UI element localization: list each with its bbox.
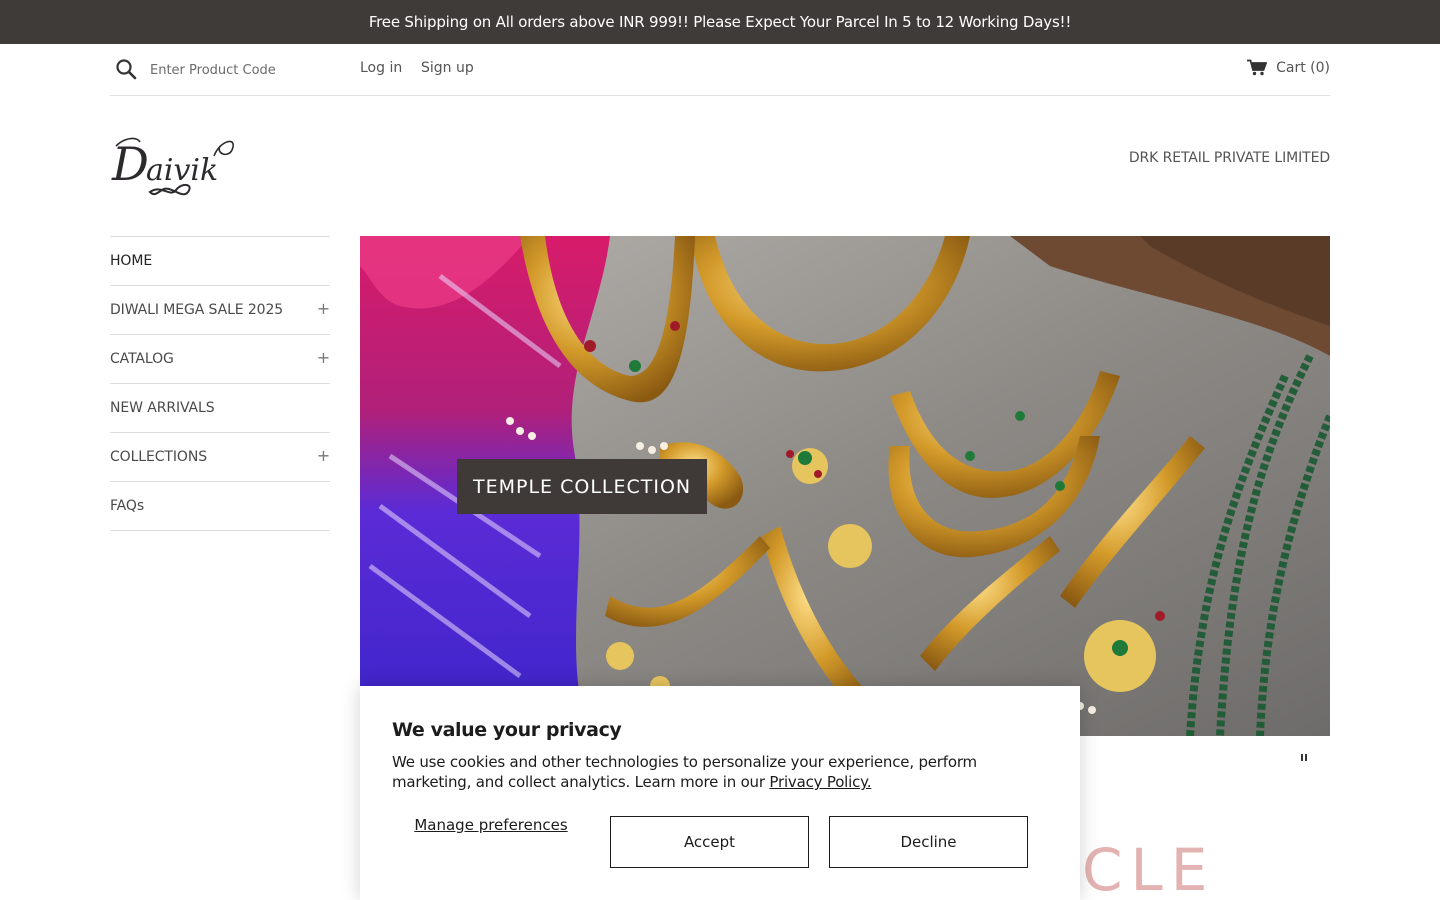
manage-preferences-link[interactable]: Manage preferences [392, 816, 590, 834]
sidebar-item-label: DIWALI MEGA SALE 2025 [110, 302, 284, 318]
plus-icon[interactable]: + [317, 446, 330, 465]
privacy-policy-link[interactable]: Privacy Policy. [769, 773, 871, 791]
sidebar-item-label: COLLECTIONS [110, 449, 207, 465]
sidebar-item-catalog[interactable]: CATALOG + [110, 335, 330, 384]
cart-label: Cart (0) [1276, 59, 1330, 76]
sidebar-nav: HOME DIWALI MEGA SALE 2025 + CATALOG + N… [110, 236, 330, 531]
signup-link[interactable]: Sign up [421, 60, 474, 76]
privacy-text: We use cookies and other technologies to… [392, 752, 1032, 792]
announcement-text: Free Shipping on All orders above INR 99… [368, 13, 1072, 31]
accept-button[interactable]: Accept [610, 816, 809, 868]
svg-text:aivik: aivik [146, 153, 218, 188]
plus-icon[interactable]: + [317, 299, 330, 318]
sidebar-item-diwali-sale[interactable]: DIWALI MEGA SALE 2025 + [110, 286, 330, 335]
pause-bar [1301, 754, 1303, 761]
sidebar-item-label: NEW ARRIVALS [110, 400, 215, 416]
search-icon[interactable] [115, 58, 137, 80]
decline-button[interactable]: Decline [829, 816, 1028, 868]
sidebar-item-label: CATALOG [110, 351, 174, 367]
featured-heading-partial: CLE [1082, 836, 1216, 900]
top-bar: Log in Sign up Cart (0) [110, 44, 1330, 96]
hero-caption-text: TEMPLE COLLECTION [473, 475, 692, 498]
hero-caption[interactable]: TEMPLE COLLECTION [457, 459, 708, 514]
privacy-title: We value your privacy [392, 719, 622, 741]
daivik-logo[interactable]: D aivik [110, 128, 240, 204]
cart-link[interactable]: Cart (0) [1247, 59, 1330, 76]
pause-icon[interactable] [1298, 752, 1310, 764]
sidebar-item-home[interactable]: HOME [110, 237, 330, 286]
plus-icon[interactable]: + [317, 348, 330, 367]
search-input[interactable] [150, 58, 340, 82]
cart-icon [1247, 59, 1268, 76]
sidebar-item-label: FAQs [110, 498, 145, 514]
sidebar-item-label: HOME [110, 253, 153, 269]
announcement-bar: Free Shipping on All orders above INR 99… [0, 0, 1440, 44]
pause-bar [1305, 754, 1307, 761]
sidebar-item-collections[interactable]: COLLECTIONS + [110, 433, 330, 482]
hero-slideshow[interactable]: TEMPLE COLLECTION [360, 236, 1330, 736]
sidebar-item-faqs[interactable]: FAQs [110, 482, 330, 531]
privacy-body: We use cookies and other technologies to… [392, 753, 977, 791]
login-link[interactable]: Log in [360, 60, 402, 76]
sidebar-item-new-arrivals[interactable]: NEW ARRIVALS [110, 384, 330, 433]
privacy-banner: We value your privacy We use cookies and… [360, 686, 1080, 900]
company-name: DRK RETAIL PRIVATE LIMITED [1128, 150, 1330, 166]
